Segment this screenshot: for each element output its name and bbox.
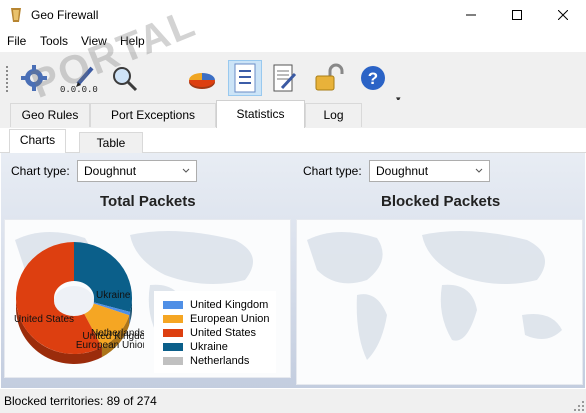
legend-swatch bbox=[163, 343, 183, 351]
help-button[interactable]: ? bbox=[357, 62, 389, 94]
app-logo-icon bbox=[9, 7, 23, 23]
chart-legend: United Kingdom European Union United State… bbox=[154, 291, 276, 373]
doughnut-chart: United KingdomEuropean UnionUnited State… bbox=[14, 242, 144, 364]
statistics-button[interactable] bbox=[186, 62, 218, 94]
tab-charts[interactable]: Charts bbox=[9, 129, 66, 153]
chart-type-select-right[interactable]: Doughnut bbox=[369, 160, 490, 182]
main-tab-bar: Geo Rules Port Exceptions Statistics Log bbox=[0, 100, 586, 128]
document-icon bbox=[273, 64, 297, 92]
legend-label: European Union bbox=[190, 313, 270, 325]
menu-file[interactable]: File bbox=[7, 34, 26, 48]
tab-statistics[interactable]: Statistics bbox=[216, 100, 305, 128]
chart-type-value-right: Doughnut bbox=[376, 164, 429, 178]
chart-type-value-left: Doughnut bbox=[84, 164, 137, 178]
minimize-button[interactable] bbox=[448, 0, 494, 30]
world-map-background bbox=[307, 231, 562, 360]
pie-chart-icon bbox=[189, 73, 215, 89]
total-packets-chart: United Kingdom European Union United State… bbox=[4, 219, 291, 378]
maximize-button[interactable] bbox=[494, 0, 540, 30]
tab-table[interactable]: Table bbox=[79, 132, 143, 153]
legend-swatch bbox=[163, 329, 183, 337]
tab-port-exceptions[interactable]: Port Exceptions bbox=[90, 103, 216, 127]
close-button[interactable] bbox=[540, 0, 586, 30]
sub-tab-bar: Charts Table bbox=[0, 128, 586, 153]
legend-swatch bbox=[163, 301, 183, 309]
slice-label: Netherlands bbox=[91, 328, 144, 339]
slice-label: United States bbox=[14, 314, 74, 325]
log-list-button[interactable] bbox=[228, 60, 262, 96]
chevron-down-icon bbox=[182, 168, 190, 173]
legend-label: Ukraine bbox=[190, 341, 228, 353]
maximize-icon bbox=[512, 10, 522, 20]
help-icon: ? bbox=[361, 66, 385, 90]
legend-label: United Kingdom bbox=[190, 299, 269, 311]
unlock-icon bbox=[315, 63, 344, 91]
report-button[interactable] bbox=[268, 62, 300, 94]
tab-log[interactable]: Log bbox=[305, 103, 362, 127]
svg-text:?: ? bbox=[368, 69, 378, 88]
toolbar-grip[interactable] bbox=[6, 66, 8, 92]
legend-label: Netherlands bbox=[190, 355, 250, 367]
window-title: Geo Firewall bbox=[31, 8, 99, 22]
chart-type-label-right: Chart type: bbox=[303, 164, 362, 178]
title-bar[interactable]: Geo Firewall bbox=[0, 0, 586, 30]
status-text: Blocked territories: 89 of 274 bbox=[4, 394, 157, 408]
slice-label: European Union bbox=[76, 340, 144, 351]
minimize-icon bbox=[466, 14, 476, 16]
unlock-button[interactable] bbox=[312, 62, 344, 94]
tab-geo-rules[interactable]: Geo Rules bbox=[10, 103, 90, 127]
menu-tools[interactable]: Tools bbox=[40, 34, 68, 48]
doughnut-hole bbox=[54, 286, 94, 316]
legend-swatch bbox=[163, 357, 183, 365]
resize-grip-icon[interactable] bbox=[574, 401, 584, 411]
total-packets-title: Total Packets bbox=[100, 193, 196, 210]
chevron-down-icon bbox=[475, 168, 483, 173]
close-icon bbox=[558, 10, 568, 20]
legend-swatch bbox=[163, 315, 183, 323]
legend-label: United States bbox=[190, 327, 257, 339]
chart-type-label-left: Chart type: bbox=[11, 164, 70, 178]
slice-label: Ukraine bbox=[96, 290, 131, 301]
chart-type-select-left[interactable]: Doughnut bbox=[77, 160, 197, 182]
status-bar: Blocked territories: 89 of 274 bbox=[0, 389, 586, 413]
charts-panel: Chart type: Doughnut Chart type: Doughnu… bbox=[1, 153, 585, 388]
blocked-packets-chart bbox=[296, 219, 583, 385]
list-icon bbox=[234, 63, 256, 93]
blocked-packets-title: Blocked Packets bbox=[381, 193, 501, 210]
